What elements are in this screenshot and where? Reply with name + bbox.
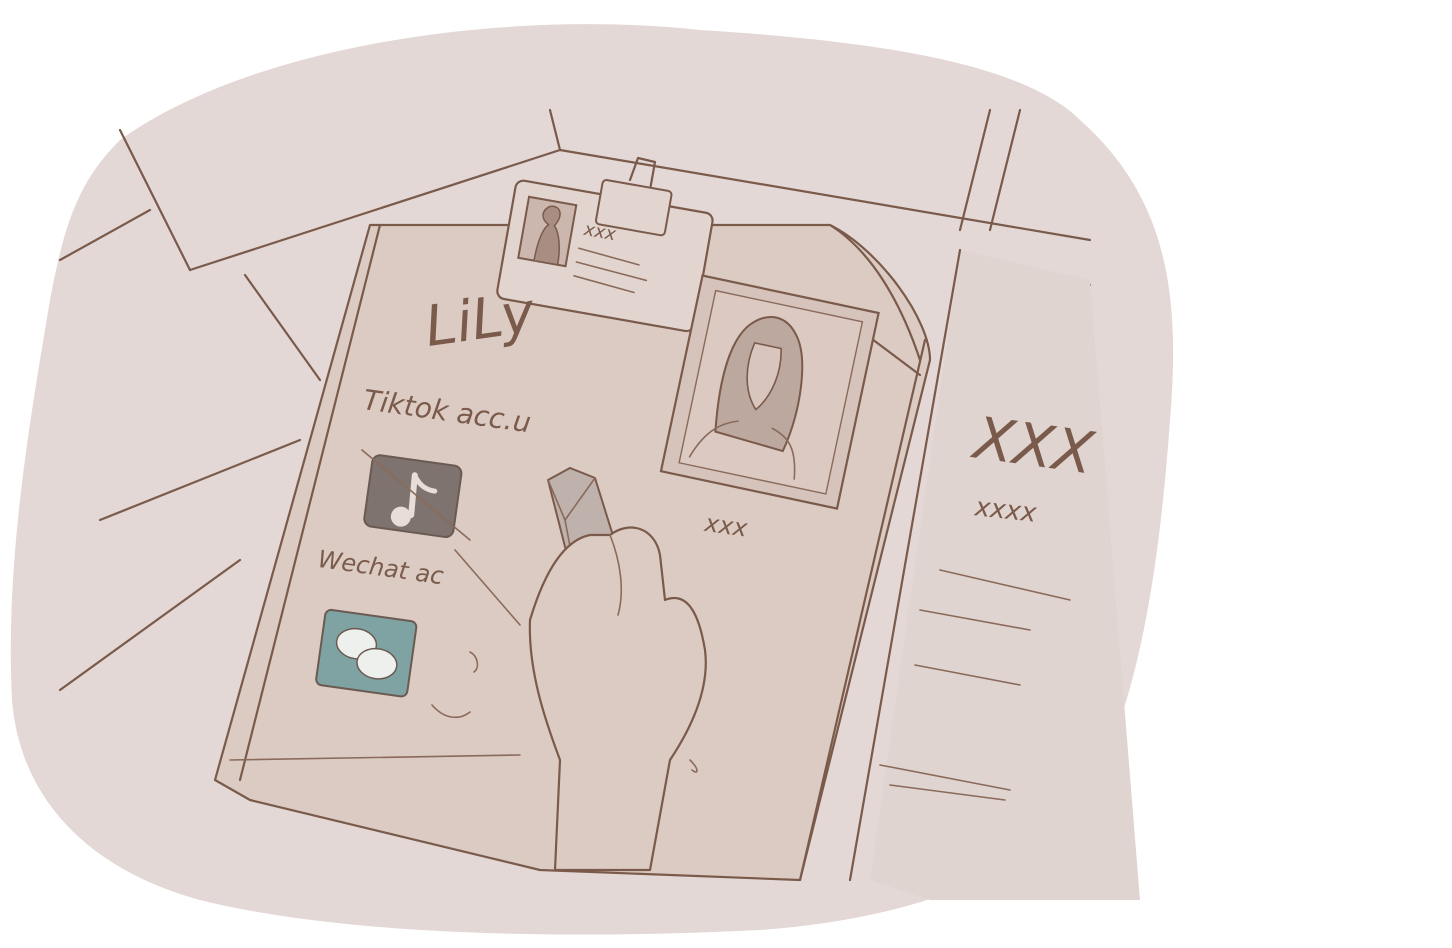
wechat-icon [315, 608, 418, 698]
sketch-scene: XXX xxxx xxx LiLy xxx Tiktok acc.u Wecha [10, 24, 1174, 935]
tiktok-icon [363, 454, 463, 539]
